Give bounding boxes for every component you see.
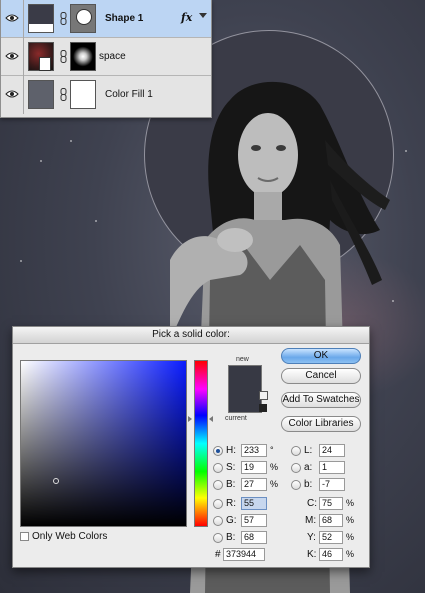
layer-row-space[interactable]: space [1, 38, 211, 76]
hue-input[interactable]: 233 [241, 444, 267, 457]
blue-input[interactable]: 68 [241, 531, 267, 544]
hex-input[interactable]: 373944 [223, 548, 265, 561]
hue-slider-left-handle[interactable] [188, 416, 192, 422]
yellow-input[interactable]: 52 [319, 531, 343, 544]
green-input[interactable]: 57 [241, 514, 267, 527]
link-icon[interactable] [60, 88, 67, 101]
star [405, 150, 407, 152]
layer-mask-thumbnail [70, 80, 96, 109]
layer-thumbnail [28, 42, 54, 71]
a-channel-radio[interactable] [291, 463, 301, 473]
percent-unit: % [270, 479, 279, 489]
layer-name: Shape 1 [105, 13, 144, 24]
mask-circle [76, 9, 92, 25]
fx-icon[interactable]: fx [181, 11, 192, 24]
ok-button[interactable]: OK [281, 348, 361, 364]
blue-radio[interactable] [213, 533, 223, 543]
color-libraries-button[interactable]: Color Libraries [281, 416, 361, 432]
lightness-radio[interactable] [291, 446, 301, 456]
saturation-label: S: [226, 462, 236, 473]
hue-label: H: [226, 445, 236, 456]
a-channel-label: a: [304, 462, 313, 473]
black-label: K: [307, 549, 317, 560]
layer-row-color-fill-1[interactable]: Color Fill 1 [1, 76, 211, 117]
divider [23, 38, 24, 76]
red-label: R: [226, 498, 236, 509]
brightness-input[interactable]: 27 [241, 478, 267, 491]
web-safe-swatch[interactable] [259, 404, 267, 412]
expand-arrow-icon[interactable] [199, 13, 207, 18]
lightness-input[interactable]: 24 [319, 444, 345, 457]
color-picker-dialog: Pick a solid color: new current OK Cance… [12, 326, 370, 568]
b-channel-radio[interactable] [291, 480, 301, 490]
cyan-label: C: [307, 498, 317, 509]
green-label: G: [226, 515, 237, 526]
current-label: current [225, 415, 247, 422]
new-label: new [236, 356, 249, 363]
layer-row-shape-1[interactable]: Shape 1 fx [1, 0, 211, 38]
link-icon[interactable] [60, 12, 67, 25]
layer-mask-thumbnail [70, 42, 96, 71]
star [20, 260, 22, 262]
link-icon[interactable] [60, 50, 67, 63]
new-color-swatch [228, 365, 262, 413]
layer-name: Color Fill 1 [105, 89, 153, 100]
star [95, 220, 97, 222]
red-input[interactable]: 55 [241, 497, 267, 510]
magenta-label: M: [305, 515, 317, 526]
layer-thumbnail [28, 80, 54, 109]
layer-name: space [99, 51, 126, 62]
percent-unit: % [346, 532, 355, 542]
degree-unit: ° [270, 445, 274, 455]
eye-icon[interactable] [5, 51, 19, 61]
magenta-input[interactable]: 68 [319, 514, 343, 527]
out-of-gamut-icon[interactable] [259, 391, 268, 400]
green-radio[interactable] [213, 516, 223, 526]
cancel-button[interactable]: Cancel [281, 368, 361, 384]
hue-radio[interactable] [213, 446, 223, 456]
saturation-radio[interactable] [213, 463, 223, 473]
layer-thumbnail [28, 4, 54, 33]
saturation-input[interactable]: 19 [241, 461, 267, 474]
only-web-colors-label: Only Web Colors [32, 531, 108, 542]
b-channel-input[interactable]: -7 [319, 478, 345, 491]
add-to-swatches-button[interactable]: Add To Swatches [281, 392, 361, 408]
star [40, 160, 42, 162]
divider [23, 76, 24, 114]
eye-icon[interactable] [5, 13, 19, 23]
star [392, 300, 394, 302]
smart-object-icon [39, 57, 51, 71]
dialog-title: Pick a solid color: [13, 327, 369, 344]
b-channel-label: b: [304, 479, 313, 490]
brightness-radio[interactable] [213, 480, 223, 490]
divider [23, 0, 24, 38]
color-field-marker[interactable] [53, 478, 59, 484]
blue-label: B: [226, 532, 236, 543]
layers-panel: Shape 1 fx space Color Fill 1 [0, 0, 212, 118]
yellow-label: Y: [307, 532, 316, 543]
eye-icon[interactable] [5, 89, 19, 99]
only-web-colors-checkbox[interactable] [20, 532, 29, 541]
vector-mask-thumbnail [70, 4, 96, 33]
lightness-label: L: [304, 445, 313, 456]
percent-unit: % [346, 549, 355, 559]
cyan-input[interactable]: 75 [319, 497, 343, 510]
star [70, 140, 72, 142]
red-radio[interactable] [213, 499, 223, 509]
color-field[interactable] [20, 360, 187, 527]
hex-label: # [215, 549, 221, 560]
a-channel-input[interactable]: 1 [319, 461, 345, 474]
percent-unit: % [270, 462, 279, 472]
hue-slider[interactable] [194, 360, 208, 527]
brightness-label: B: [226, 479, 236, 490]
black-input[interactable]: 46 [319, 548, 343, 561]
percent-unit: % [346, 498, 355, 508]
percent-unit: % [346, 515, 355, 525]
hue-slider-right-handle[interactable] [209, 416, 213, 422]
